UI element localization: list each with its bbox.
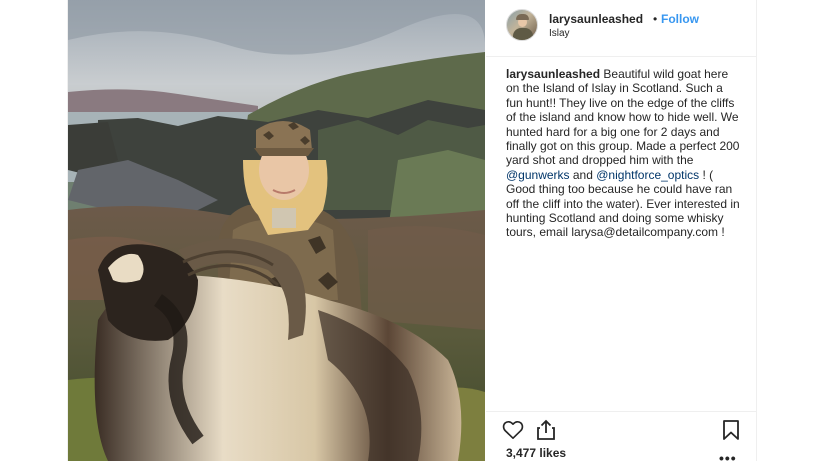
share-icon[interactable]: [536, 419, 556, 446]
action-bar: [486, 411, 757, 441]
avatar[interactable]: [506, 9, 538, 41]
post-header: larysaunleashed • Follow Islay: [486, 0, 757, 57]
post-caption: larysaunleashed Beautiful wild goat here…: [506, 67, 742, 240]
post-card: larysaunleashed • Follow Islay larysaunl…: [67, 0, 757, 466]
heart-icon[interactable]: [502, 420, 524, 445]
more-options-button[interactable]: •••: [719, 450, 737, 466]
bookmark-icon[interactable]: [722, 419, 740, 446]
location-link[interactable]: Islay: [549, 28, 570, 39]
mention-nightforce-optics[interactable]: @nightforce_optics: [596, 168, 699, 182]
post-photo[interactable]: [68, 0, 485, 461]
post-photo-image: [68, 0, 485, 461]
caption-username[interactable]: larysaunleashed: [506, 67, 600, 81]
caption-text: and: [569, 167, 597, 182]
post-sidebar: larysaunleashed • Follow Islay larysaunl…: [486, 0, 757, 466]
caption-text: Beautiful wild goat here on the Island o…: [506, 67, 740, 168]
username-link[interactable]: larysaunleashed: [549, 12, 643, 26]
mention-gunwerks[interactable]: @gunwerks: [506, 168, 570, 182]
follow-button[interactable]: Follow: [661, 12, 699, 26]
like-count[interactable]: 3,477 likes: [506, 446, 566, 460]
separator-dot: •: [653, 12, 658, 26]
